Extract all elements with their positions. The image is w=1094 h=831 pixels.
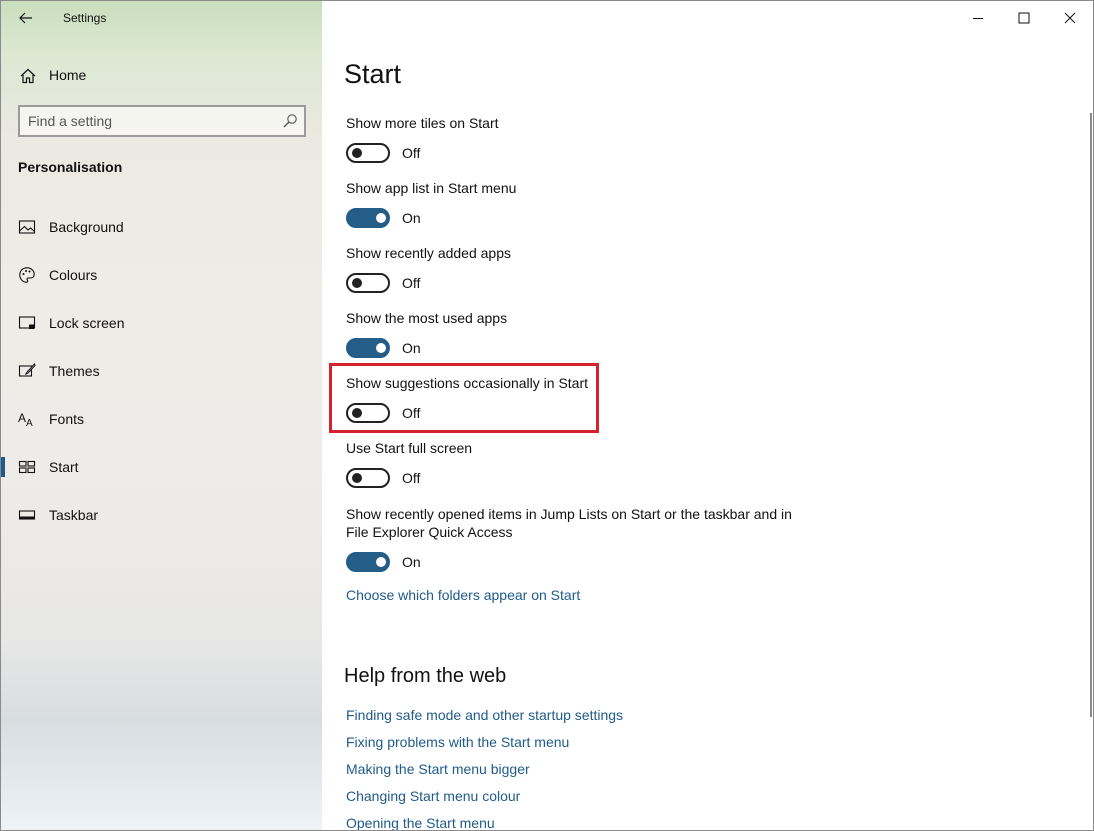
toggle-knob [376,213,386,223]
setting-label-line-2: File Explorer Quick Access [346,524,513,540]
scrollbar[interactable] [1090,113,1092,717]
toggle-knob [376,343,386,353]
svg-text:A: A [26,418,33,428]
maximize-button[interactable] [1001,1,1047,35]
toggle-state: On [402,554,421,570]
toggle-knob [352,148,362,158]
setting-label: Show recently added apps [346,245,511,261]
sidebar-item-themes[interactable]: Themes [1,351,322,391]
home-label: Home [49,67,87,83]
minimize-button[interactable] [955,1,1001,35]
picture-icon [18,220,36,234]
setting-label: Show more tiles on Start [346,115,499,131]
search-box[interactable] [18,105,306,137]
toggle-switch[interactable] [346,143,390,163]
font-icon: A A [18,411,33,428]
toggle-row: Off [346,466,906,490]
choose-folders-link[interactable]: Choose which folders appear on Start [346,587,580,603]
setting-show-recently-added: Show recently added apps Off [346,244,906,295]
selection-indicator [1,457,5,477]
home-nav-item[interactable]: Home [1,59,322,91]
sidebar-item-label: Colours [49,267,98,283]
toggle-state: Off [402,275,421,291]
settings-window: Settings Home Personalisation Background [0,0,1094,831]
back-button[interactable] [11,5,41,31]
setting-show-most-used: Show the most used apps On [346,309,906,360]
toggle-row: Off [346,271,906,295]
sidebar-item-label: Fonts [49,411,85,427]
close-icon [1064,12,1076,24]
setting-label: Show suggestions occasionally in Start [346,375,589,391]
taskbar-icon [18,510,36,520]
content-pane: Start Show more tiles on Start Off Show … [322,1,1093,830]
toggle-knob [352,408,362,418]
sidebar-item-colours[interactable]: Colours [1,255,322,295]
search-icon[interactable] [282,113,298,129]
sidebar-item-label: Taskbar [49,507,99,523]
sidebar-item-fonts[interactable]: A A Fonts [1,399,322,439]
app-title: Settings [63,11,107,25]
sidebar-item-lock-screen[interactable]: Lock screen [1,303,322,343]
svg-text:A: A [18,411,26,425]
toggle-state: Off [402,405,421,421]
toggle-switch[interactable] [346,273,390,293]
help-link-fix-start[interactable]: Fixing problems with the Start menu [346,734,569,750]
toggle-knob [352,278,362,288]
toggle-row: Off [346,401,906,425]
help-link-open-start[interactable]: Opening the Start menu [346,815,495,830]
sidebar-item-label: Background [49,219,124,235]
help-link-bigger-start[interactable]: Making the Start menu bigger [346,761,530,777]
toggle-switch[interactable] [346,208,390,228]
lock-screen-icon [18,316,36,329]
setting-label: Use Start full screen [346,440,473,456]
sidebar-item-label: Start [49,459,79,475]
toggle-row: On [346,550,906,574]
toggle-state: Off [402,145,421,161]
setting-show-suggestions: Show suggestions occasionally in Start O… [346,374,906,425]
sidebar-item-label: Lock screen [49,315,125,331]
help-link-safe-mode[interactable]: Finding safe mode and other startup sett… [346,707,623,723]
setting-label: Show app list in Start menu [346,180,517,196]
help-section-title: Help from the web [344,665,507,687]
toggle-switch[interactable] [346,338,390,358]
setting-label-line-1: Show recently opened items in Jump Lists… [346,506,792,522]
titlebar: Settings [1,1,322,35]
setting-full-screen: Use Start full screen Off [346,439,906,490]
maximize-icon [1018,12,1030,24]
setting-label: Show the most used apps [346,310,508,326]
sidebar: Settings Home Personalisation Background [1,1,322,830]
help-link-start-colour[interactable]: Changing Start menu colour [346,788,520,804]
toggle-state: Off [402,470,421,486]
toggle-knob [352,473,362,483]
home-icon [20,68,36,84]
search-input[interactable] [28,112,268,130]
back-arrow-icon [19,12,32,24]
setting-jump-lists: Show recently opened items in Jump Lists… [346,505,906,574]
toggle-row: Off [346,141,906,165]
sidebar-item-background[interactable]: Background [1,207,322,247]
palette-icon [19,267,35,283]
sidebar-item-taskbar[interactable]: Taskbar [1,495,322,535]
toggle-switch[interactable] [346,552,390,572]
toggle-state: On [402,340,421,356]
start-tiles-icon [18,460,36,474]
toggle-switch[interactable] [346,468,390,488]
sidebar-item-label: Themes [49,363,100,379]
setting-show-app-list: Show app list in Start menu On [346,179,906,230]
toggle-knob [376,557,386,567]
section-title: Personalisation [18,159,123,175]
toggle-state: On [402,210,421,226]
sidebar-item-start[interactable]: Start [1,447,322,487]
toggle-row: On [346,206,906,230]
close-button[interactable] [1047,1,1093,35]
minimize-icon [973,18,983,19]
toggle-row: On [346,336,906,360]
brush-icon [18,363,36,377]
page-title: Start [344,59,402,89]
setting-show-more-tiles: Show more tiles on Start Off [346,114,906,165]
toggle-switch[interactable] [346,403,390,423]
